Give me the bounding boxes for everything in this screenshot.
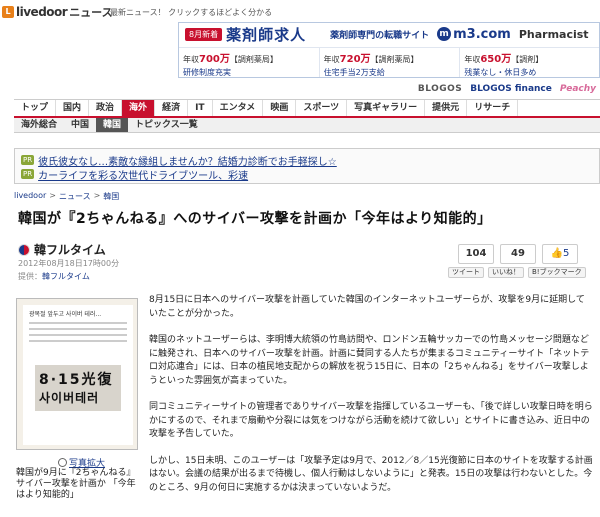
m3-text: m3.com [453, 26, 511, 42]
subnav-item[interactable]: 韓国 [96, 118, 129, 132]
nav-item[interactable]: 写真ギャラリー [347, 100, 426, 117]
m3-logo: m m3.com [437, 27, 511, 42]
tweet-button[interactable]: ツイート [448, 267, 484, 278]
provider-link[interactable]: 韓フルタイム [42, 272, 90, 281]
nav-item[interactable]: 国内 [56, 100, 90, 117]
nav-item[interactable]: リサーチ [467, 100, 519, 117]
social-buttons: ツイート いいね！ B!ブックマーク [448, 267, 586, 278]
breadcrumb-item[interactable]: ニュース [59, 191, 91, 202]
nav-item[interactable]: トップ [14, 100, 57, 117]
thumbs-up-icon: 👍 [550, 248, 564, 259]
pr-tag: PR [21, 155, 35, 165]
article-photo[interactable]: 광복절 앞두고 사이버 테러... 8·15光復 사이버테러 [16, 298, 138, 450]
m3-icon: m [437, 27, 452, 41]
pr-link[interactable]: 彼氏彼女なし…素敵な縁組しませんか？結婚力診断でお手軽探し☆ [38, 153, 337, 168]
blogos-finance-link[interactable]: BLOGOS finance [470, 84, 552, 94]
breadcrumb-separator: > [49, 191, 56, 200]
article-provider: 提供：韓フルタイム [18, 272, 90, 281]
photo-caption: 韓国が9月に『2ちゃんねる』サイバー攻撃を計画か 「今年はより知能的」 [16, 468, 136, 500]
livedoor-logo-icon: L [2, 6, 14, 18]
nav-item[interactable]: スポーツ [296, 100, 348, 117]
pr-box: PR 彼氏彼女なし…素敵な縁組しませんか？結婚力診断でお手軽探し☆ PR カーラ… [14, 148, 600, 184]
pr-tag: PR [21, 169, 35, 179]
site-logo[interactable]: L livedoor ニュース [2, 4, 113, 20]
hatena-bookmark-button[interactable]: B!ブックマーク [528, 267, 586, 278]
blogos-link[interactable]: BLOGOS [418, 84, 462, 94]
article-paragraph: 同コミュニティーサイトの管理者でありサイバー攻撃を指揮しているユーザーも、「後で… [149, 402, 593, 439]
ad-cell: 年収650万【調剤】 残業なし・休日多め [460, 48, 599, 77]
subnav-item[interactable]: トピックス一覧 [128, 118, 205, 132]
magnifier-icon [58, 458, 67, 467]
main-nav: トップ 国内 政治 海外 経済 IT エンタメ 映画 スポーツ 写真ギャラリー 提供元 リサーチ [14, 99, 600, 117]
ad-subtitle: 薬剤師専門の転職サイト [330, 30, 430, 41]
photo-text: 사이버테러 [39, 391, 100, 405]
partner-bar: BLOGOS BLOGOS finance Peachy [0, 80, 600, 100]
nav-item[interactable]: 映画 [263, 100, 297, 117]
source-name[interactable]: 韓フルタイム [34, 241, 106, 258]
sub-nav: 海外総合 中国 韓国 トピックス一覧 [14, 116, 600, 133]
nav-item[interactable]: IT [188, 100, 213, 117]
ad-title: 薬剤師求人 [226, 25, 307, 44]
ad-pharmacist: Pharmacist [518, 27, 589, 41]
nav-item[interactable]: 海外 [122, 100, 156, 117]
article-paragraph: しかし、15日未明、このユーザーは「攻撃予定は9月で、2012／8／15光復節に… [149, 455, 593, 493]
breadcrumb-item[interactable]: 韓国 [103, 191, 119, 202]
breadcrumb-item[interactable]: livedoor [14, 191, 46, 202]
peachy-link[interactable]: Peachy [560, 84, 596, 94]
article-title: 韓国が『2ちゃんねる』へのサイバー攻撃を計画か「今年はより知能的」 [18, 211, 492, 227]
article-source: 韓フルタイム [18, 241, 106, 258]
nav-item[interactable]: エンタメ [212, 100, 264, 117]
logo-text: livedoor [16, 5, 68, 19]
article-date: 2012年08月18日17時00分 [18, 259, 120, 268]
ad-cell: 年収720万【調剤薬局】 住宅手当2万支給 [320, 48, 461, 77]
site-header: L livedoor ニュース 最新ニュース！ クリックするほどよく分かる 8月… [0, 0, 600, 78]
breadcrumb: livedoor > ニュース > 韓国 [14, 191, 119, 202]
tagline: 最新ニュース！ クリックするほどよく分かる [110, 8, 273, 17]
ad-cell: 年収700万【調剤薬局】 研修制度充実 [179, 48, 320, 77]
breadcrumb-separator: > [93, 191, 101, 200]
nav-item[interactable]: 政治 [89, 100, 123, 117]
bookmark-count: 👍5 [542, 244, 578, 264]
photo-text: 8·15光復 [39, 372, 114, 388]
nav-item[interactable]: 提供元 [425, 100, 468, 117]
pharmacist-ad-banner[interactable]: 8月新着 薬剤師求人 薬剤師専門の転職サイト m m3.com Pharmaci… [178, 22, 600, 78]
article-paragraph: 8月15日に日本へのサイバー攻撃を計画していた韓国のインターネットユーザーらが、… [149, 295, 585, 319]
like-count: 49 [500, 244, 536, 264]
nav-item[interactable]: 経済 [155, 100, 189, 117]
social-counts: 104 49 👍5 [458, 244, 578, 264]
like-button[interactable]: いいね！ [488, 267, 524, 278]
korea-flag-icon [18, 243, 30, 256]
photo-headline: 광복절 앞두고 사이버 테러... [29, 311, 102, 318]
subnav-item[interactable]: 中国 [64, 118, 96, 132]
ad-badge: 8月新着 [185, 27, 223, 41]
subnav-item[interactable]: 海外総合 [14, 118, 64, 132]
article-body: 8月15日に日本へのサイバー攻撃を計画していた韓国のインターネットユーザーらが、… [149, 294, 593, 508]
tweet-count: 104 [458, 244, 494, 264]
logo-news: ニュース [69, 6, 113, 19]
article-paragraph: 韓国のネットユーザーらは、李明博大統領の竹島訪問や、ロンドン五輪サッカーでの竹島… [149, 335, 590, 386]
pr-link[interactable]: カーライフを彩る次世代ドライブツール、彩速 [38, 167, 248, 182]
